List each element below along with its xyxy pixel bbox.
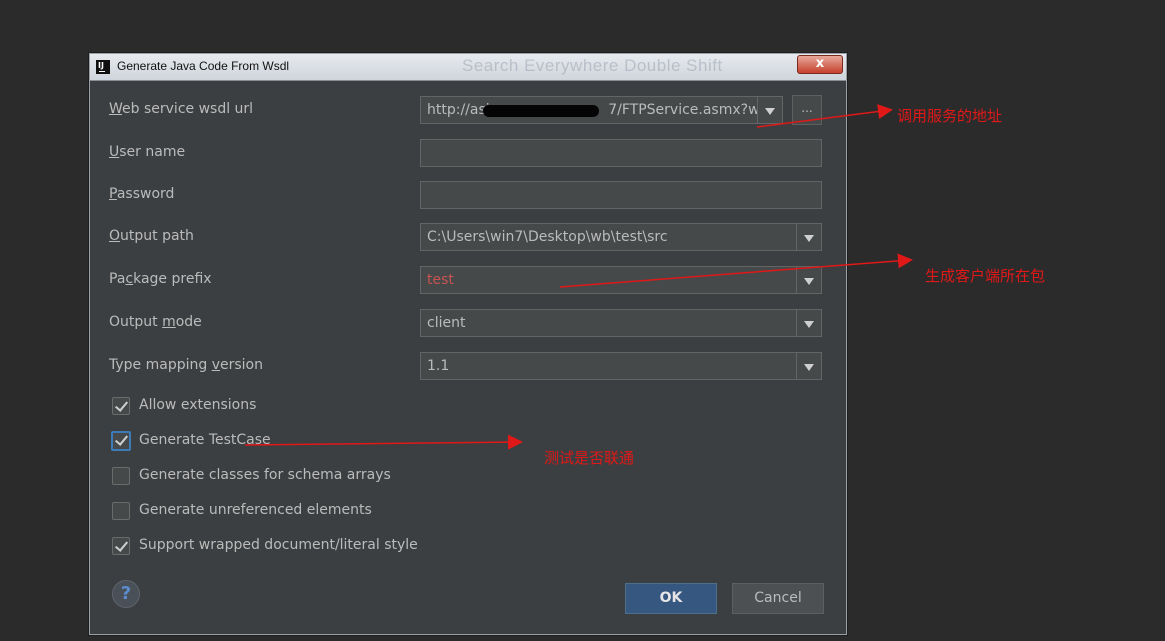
url-annotation: 调用服务的地址 xyxy=(897,107,1003,125)
testcase-annotation: 测试是否联通 xyxy=(544,449,635,467)
package-arrow xyxy=(559,253,913,288)
annotation-arrows xyxy=(244,104,913,450)
url-arrow xyxy=(756,104,893,128)
package-annotation: 生成客户端所在包 xyxy=(925,267,1046,285)
testcase-arrow xyxy=(244,434,523,450)
